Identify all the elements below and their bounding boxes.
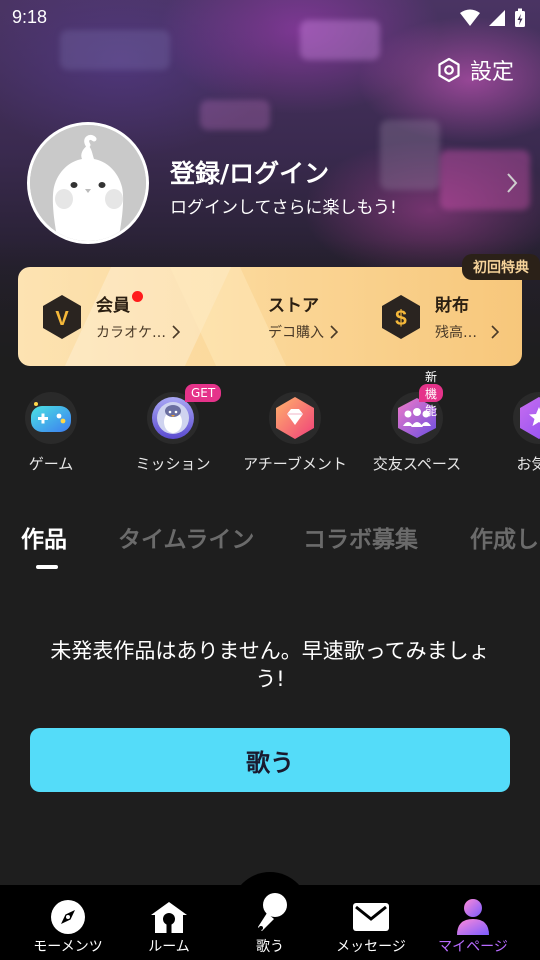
membership-card: V 会員 カラオケ… ストア デコ購入 $ 財布 残高… (18, 267, 522, 366)
get-tag: GET (185, 384, 222, 402)
tab-collab-recruit[interactable]: コラボ募集 (303, 520, 418, 554)
empty-state-message: 未発表作品はありません。早速歌ってみましょう! (50, 639, 490, 691)
tab-timeline[interactable]: タイムライン (118, 520, 254, 554)
login-title[interactable]: 登録/ログイン (170, 154, 329, 190)
nav-messages[interactable]: メッセージ (317, 885, 425, 960)
feature-label: ミッション (135, 455, 211, 473)
tab-works[interactable]: 作品 (21, 520, 67, 554)
feature-social-space[interactable]: 新機能 交友スペース (357, 370, 477, 474)
bottom-nav: モーメンツ ルーム 歌う メッセージ マイページ (0, 885, 540, 960)
nav-room[interactable]: ルーム (115, 885, 223, 960)
person-icon (457, 899, 489, 935)
notification-dot (132, 291, 143, 302)
avatar[interactable] (27, 122, 149, 244)
gear-icon (438, 57, 460, 83)
feature-favorites[interactable]: お気に (479, 392, 540, 474)
gamepad-icon (31, 402, 71, 432)
feature-mission[interactable]: GET ミッション (113, 384, 233, 474)
card-item-membership[interactable]: V 会員 カラオケ… (40, 267, 180, 366)
dollar-hexagon-icon: $ (382, 294, 420, 339)
nav-label: 歌う (256, 939, 284, 955)
new-feature-tag: 新機能 (419, 370, 444, 418)
house-icon (151, 902, 187, 933)
feature-label: 交友スペース (372, 455, 462, 473)
status-time: 9:18 (12, 7, 48, 27)
first-time-bonus-badge[interactable]: 初回特典 (462, 254, 540, 280)
card-item-wallet[interactable]: $ 財布 残高… (379, 267, 499, 366)
default-avatar-bird-icon (30, 125, 146, 241)
card-item-title: 財布 (435, 296, 469, 316)
microphone-icon (258, 893, 287, 931)
nav-sing[interactable]: 歌う (216, 885, 324, 960)
wifi-icon (460, 9, 480, 26)
feature-achievement[interactable]: アチーブメント (235, 392, 355, 474)
card-item-subtitle: 残高… (435, 325, 477, 341)
feature-label: お気に (516, 455, 540, 473)
svg-text:$: $ (395, 307, 407, 330)
star-favorite-icon (520, 397, 540, 439)
card-item-subtitle: デコ購入 (268, 325, 324, 341)
login-subtitle: ログインしてさらに楽しもう! (170, 198, 397, 218)
signal-icon (489, 10, 505, 26)
chevron-right-icon (330, 325, 338, 339)
vip-hexagon-icon: V (43, 294, 81, 339)
chevron-right-icon (172, 325, 180, 339)
status-bar: 9:18 (0, 0, 540, 36)
compass-icon (51, 900, 85, 934)
nav-label: マイページ (438, 939, 508, 955)
nav-label: メッセージ (336, 939, 406, 955)
svg-text:V: V (55, 308, 69, 330)
sing-button[interactable]: 歌う (30, 728, 510, 792)
nav-my-page[interactable]: マイページ (419, 885, 527, 960)
card-item-subtitle: カラオケ… (96, 325, 166, 341)
nav-label: モーメンツ (33, 939, 103, 955)
tab-indicator (36, 565, 58, 569)
chevron-right-icon[interactable] (506, 172, 518, 194)
envelope-icon (353, 903, 389, 931)
chevron-right-icon (491, 325, 499, 339)
diamond-achievement-icon (276, 397, 314, 439)
feature-label: ゲーム (28, 455, 74, 473)
card-item-title: ストア (268, 296, 319, 316)
settings-label: 設定 (469, 60, 514, 85)
battery-icon (515, 8, 525, 27)
feature-label: アチーブメント (243, 455, 347, 473)
nav-moments[interactable]: モーメンツ (14, 885, 122, 960)
nav-label: ルーム (148, 939, 190, 955)
card-item-title: 会員 (96, 296, 130, 316)
tab-create[interactable]: 作成し (470, 520, 539, 554)
card-item-store[interactable]: ストア デコ購入 (268, 267, 338, 366)
feature-game[interactable]: ゲーム (0, 392, 111, 474)
settings-button[interactable]: 設定 (436, 54, 514, 86)
